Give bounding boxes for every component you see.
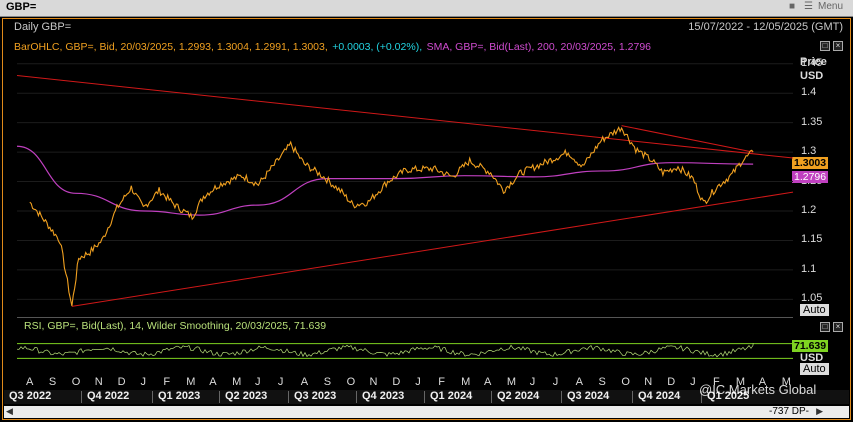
x-month-label: N	[369, 376, 378, 388]
x-quarter-label: Q2 2023	[225, 390, 268, 402]
x-month-label: F	[163, 376, 171, 388]
x-month-label: A	[209, 376, 217, 388]
x-quarter-label: Q4 2022	[87, 390, 130, 402]
x-month-label: A	[484, 376, 492, 388]
x-month-label: J	[690, 376, 696, 388]
x-month-label: S	[323, 376, 332, 388]
trend-line-1	[16, 75, 794, 159]
x-month-label: J	[529, 376, 536, 388]
x-quarter-label: Q1 2024	[430, 390, 473, 402]
price-line	[29, 125, 754, 307]
scrollbar[interactable]: ◀ -737 DP- ▶	[4, 406, 849, 418]
rsi-line	[16, 343, 754, 358]
x-month-label: N	[644, 376, 653, 388]
x-month-label: J	[255, 376, 261, 388]
scroll-left-icon[interactable]: ◀	[6, 406, 13, 417]
x-month-label: F	[438, 376, 445, 388]
trend-line-2	[71, 191, 794, 307]
quarter-separator	[424, 391, 425, 403]
x-month-label: D	[117, 376, 126, 388]
watermark: @IC Markets Global	[699, 382, 817, 397]
x-month-label: J	[552, 376, 559, 388]
x-quarter-label: Q4 2023	[362, 390, 405, 402]
x-month-label: M	[186, 376, 196, 388]
x-month-label: A	[26, 376, 34, 388]
trend-line-3	[621, 125, 754, 153]
x-month-label: O	[346, 376, 356, 388]
x-month-label: N	[94, 376, 103, 388]
scroll-right-icon[interactable]: ▶	[816, 406, 823, 417]
x-month-label: A	[300, 376, 309, 388]
x-quarter-label: Q3 2023	[294, 390, 337, 402]
quarter-separator	[81, 391, 82, 403]
x-month-label: D	[667, 376, 676, 388]
quarter-separator	[491, 391, 492, 403]
x-month-label: A	[575, 376, 583, 388]
x-month-label: S	[48, 376, 57, 388]
x-month-label: M	[461, 376, 471, 388]
quarter-separator	[152, 391, 153, 403]
x-month-label: O	[71, 376, 81, 388]
x-month-label: O	[621, 376, 630, 388]
x-quarter-label: Q2 2024	[497, 390, 540, 402]
x-quarter-label: Q4 2024	[638, 390, 681, 402]
x-month-label: M	[232, 376, 242, 388]
x-month-label: J	[277, 376, 284, 388]
scroll-label: -737 DP-	[768, 406, 809, 417]
quarter-separator	[356, 391, 357, 403]
quarter-separator	[632, 391, 633, 403]
x-quarter-label: Q1 2023	[158, 390, 201, 402]
quarter-separator	[288, 391, 289, 403]
quarter-separator	[219, 391, 220, 403]
x-month-label: D	[392, 376, 401, 388]
x-month-label: J	[140, 376, 147, 388]
price-chart[interactable]	[0, 0, 853, 422]
x-quarter-label: Q3 2024	[567, 390, 610, 402]
x-month-label: M	[506, 376, 517, 388]
x-quarter-label: Q3 2022	[9, 390, 52, 402]
x-month-label: J	[415, 376, 421, 388]
quarter-separator	[561, 391, 562, 403]
x-month-label: S	[598, 376, 606, 388]
